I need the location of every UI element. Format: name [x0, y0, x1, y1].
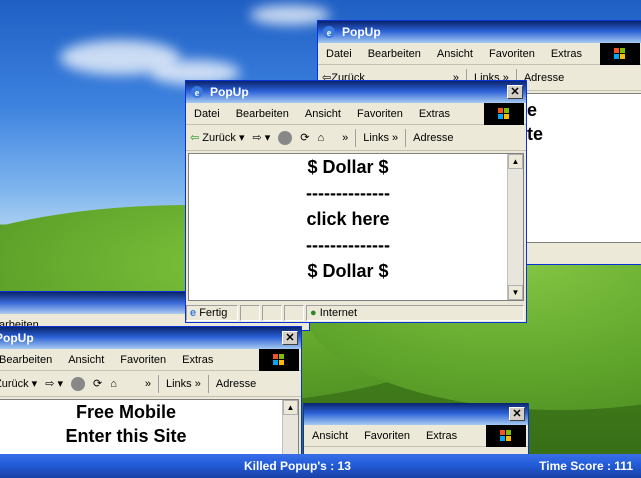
close-button[interactable]: ✕	[507, 85, 523, 99]
menu-favoriten[interactable]: Favoriten	[112, 354, 174, 366]
back-button[interactable]: Zurück ▾	[0, 377, 41, 391]
menu-bar: Bearbeiten Ansicht Favoriten Extras	[0, 349, 301, 371]
windows-logo-icon	[486, 425, 526, 447]
vertical-scrollbar[interactable]: ▲	[282, 400, 298, 458]
content-line[interactable]: Enter this Site	[0, 424, 298, 448]
close-button[interactable]: ✕	[282, 331, 298, 345]
window-titlebar[interactable]: e PopUp ✕	[186, 81, 526, 103]
scroll-up-icon[interactable]: ▲	[283, 400, 298, 415]
window-titlebar[interactable]: PopUp ✕	[0, 327, 301, 349]
stop-icon[interactable]	[67, 376, 89, 391]
status-text: e Fertig	[186, 305, 238, 321]
close-button[interactable]: ✕	[509, 407, 525, 421]
separator	[158, 374, 159, 393]
vertical-scrollbar[interactable]: ▲ ▼	[507, 154, 523, 300]
svg-text:e: e	[195, 88, 200, 99]
divider-text[interactable]: --------------	[189, 180, 523, 206]
home-icon[interactable]: ⌂	[106, 378, 121, 390]
killed-popups-counter: Killed Popup's : 13	[244, 459, 351, 473]
separator	[405, 128, 407, 147]
ie-icon: e	[191, 86, 203, 99]
ie-icon: e	[323, 26, 335, 39]
page-content[interactable]: Free Mobile Enter this Site ▲	[0, 399, 299, 459]
home-icon[interactable]: ⌂	[314, 132, 329, 144]
popup-window-left[interactable]: PopUp ✕ Bearbeiten Ansicht Favoriten Ext…	[0, 326, 302, 466]
menu-extras[interactable]: Extras	[411, 108, 458, 120]
content-line[interactable]: $ Dollar $	[189, 258, 523, 284]
back-button[interactable]: ⇦ Zurück ▾	[186, 131, 248, 145]
scroll-down-icon[interactable]: ▼	[508, 285, 523, 300]
menu-extras[interactable]: Extras	[418, 430, 465, 442]
content-line[interactable]: $ Dollar $	[189, 154, 523, 180]
menu-favoriten[interactable]: Favoriten	[349, 108, 411, 120]
refresh-icon[interactable]: ⟳	[296, 131, 313, 144]
window-title: PopUp	[342, 25, 381, 39]
status-cell	[240, 305, 260, 321]
separator	[207, 374, 209, 393]
window-titlebar[interactable]: e PopUp	[318, 21, 641, 43]
status-bar: e Fertig ● Internet	[186, 303, 526, 322]
menu-favoriten[interactable]: Favoriten	[481, 48, 543, 60]
menu-ansicht[interactable]: Ansicht	[429, 48, 481, 60]
links-button[interactable]: Links »	[359, 132, 402, 144]
menu-extras[interactable]: Extras	[174, 354, 221, 366]
popup-window-main[interactable]: e PopUp ✕ Datei Bearbeiten Ansicht Favor…	[185, 80, 527, 323]
zone-indicator: ● Internet	[306, 305, 524, 321]
windows-logo-icon	[600, 43, 640, 65]
menu-ansicht[interactable]: Ansicht	[60, 354, 112, 366]
divider-text[interactable]: --------------	[189, 232, 523, 258]
menu-ansicht[interactable]: Ansicht	[297, 108, 349, 120]
time-score: Time Score : 111	[539, 459, 633, 473]
click-here-link[interactable]: click here	[189, 206, 523, 232]
forward-button[interactable]: ⇨ ▾	[41, 377, 67, 390]
toolbar-chevron[interactable]: »	[338, 132, 352, 144]
windows-logo-icon	[484, 103, 524, 125]
menu-datei[interactable]: Datei	[186, 108, 228, 120]
toolbar: ⇦ Zurück ▾ ⇨ ▾ ⟳ ⌂ » Links » Adresse	[186, 125, 526, 151]
toolbar-chevron[interactable]: »	[141, 378, 155, 390]
menu-bar: Datei Bearbeiten Ansicht Favoriten Extra…	[186, 103, 526, 125]
svg-text:e: e	[327, 28, 332, 39]
refresh-icon[interactable]: ⟳	[89, 377, 106, 390]
menu-bearbeiten[interactable]: Bearbeiten	[228, 108, 297, 120]
menu-ansicht[interactable]: Ansicht	[304, 430, 356, 442]
window-titlebar[interactable]: ✕	[304, 403, 528, 425]
content-line[interactable]: te	[527, 124, 543, 145]
toolbar: Zurück ▾ ⇨ ▾ ⟳ ⌂ » Links » Adresse	[0, 371, 301, 397]
address-label: Adresse	[215, 377, 257, 390]
menu-bar: Datei Bearbeiten Ansicht Favoriten Extra…	[318, 43, 641, 65]
menu-favoriten[interactable]: Favoriten	[356, 430, 418, 442]
page-content[interactable]: $ Dollar $ -------------- click here ---…	[188, 153, 524, 301]
scroll-up-icon[interactable]: ▲	[508, 154, 523, 169]
status-cell	[284, 305, 304, 321]
address-label: Adresse	[523, 71, 565, 84]
forward-button[interactable]: ⇨ ▾	[248, 131, 274, 144]
windows-logo-icon	[259, 349, 299, 371]
stop-icon[interactable]	[274, 130, 296, 145]
address-label: Adresse	[413, 131, 454, 144]
menu-bar: Ansicht Favoriten Extras	[304, 425, 528, 447]
menu-extras[interactable]: Extras	[543, 48, 590, 60]
separator	[355, 128, 357, 147]
status-cell	[262, 305, 282, 321]
content-line[interactable]: e	[527, 100, 537, 121]
menu-datei[interactable]: Datei	[318, 48, 360, 60]
content-line[interactable]: Free Mobile	[0, 400, 298, 424]
window-title: PopUp	[210, 85, 249, 99]
menu-bearbeiten[interactable]: Bearbeiten	[0, 354, 60, 366]
links-button[interactable]: Links »	[162, 378, 205, 390]
menu-bearbeiten[interactable]: Bearbeiten	[360, 48, 429, 60]
window-title: PopUp	[0, 331, 34, 345]
taskbar: Killed Popup's : 13 Time Score : 111	[0, 454, 641, 478]
